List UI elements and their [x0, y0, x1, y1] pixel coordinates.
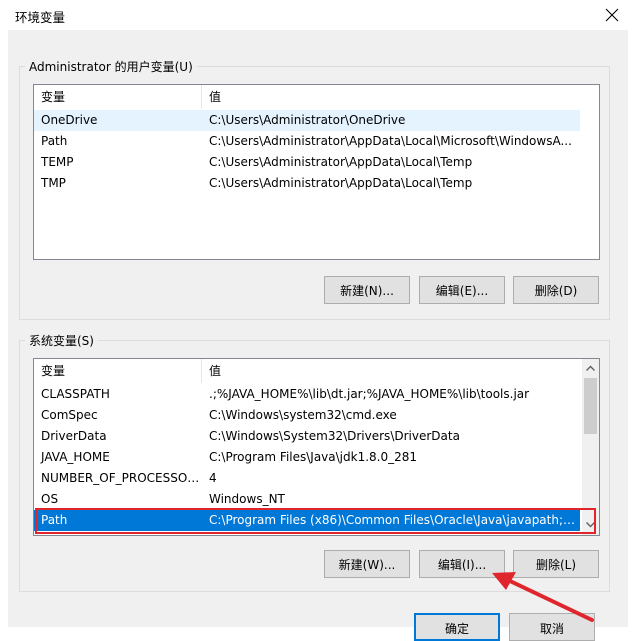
table-row[interactable]: Path C:\Users\Administrator\AppData\Loca… — [34, 131, 580, 152]
scroll-down-button[interactable] — [582, 516, 599, 533]
user-new-button[interactable]: 新建(N)... — [324, 276, 410, 304]
user-edit-button[interactable]: 编辑(E)... — [419, 276, 505, 304]
row-name: TEMP — [41, 155, 74, 169]
column-header-value[interactable]: 值 — [202, 85, 599, 109]
window-title: 环境变量 — [15, 10, 66, 25]
row-value: .;%JAVA_HOME%\lib\dt.jar;%JAVA_HOME%\lib… — [209, 387, 530, 401]
row-name: ComSpec — [41, 408, 98, 422]
column-header-name[interactable]: 变量 — [34, 85, 202, 109]
close-button[interactable] — [592, 0, 632, 30]
table-row[interactable]: TMP C:\Users\Administrator\AppData\Local… — [34, 173, 580, 194]
row-value: C:\Users\Administrator\OneDrive — [209, 113, 406, 127]
scroll-thumb[interactable] — [584, 378, 597, 434]
user-delete-button[interactable]: 删除(D) — [513, 276, 599, 304]
table-row[interactable]: JAVA_HOME C:\Program Files\Java\jdk1.8.0… — [34, 447, 580, 468]
table-row[interactable]: ComSpec C:\Windows\system32\cmd.exe — [34, 405, 580, 426]
row-value: C:\Windows\system32\cmd.exe — [209, 408, 397, 422]
row-name: TMP — [41, 176, 66, 190]
row-value: Windows_NT — [209, 492, 285, 506]
row-value: C:\Program Files\Java\jdk1.8.0_281 — [209, 450, 418, 464]
table-row[interactable]: OneDrive C:\Users\Administrator\OneDrive — [34, 110, 580, 131]
close-icon — [605, 8, 619, 22]
table-row[interactable]: DriverData C:\Windows\System32\Drivers\D… — [34, 426, 580, 447]
row-value: C:\Users\Administrator\AppData\Local\Tem… — [209, 176, 473, 190]
system-vars-list[interactable]: 变量 值 CLASSPATH .;%JAVA_HOME%\lib\dt.jar;… — [33, 358, 600, 536]
row-value: C:\Users\Administrator\AppData\Local\Mic… — [209, 134, 572, 148]
chevron-up-icon — [586, 365, 595, 371]
row-name: Path — [41, 513, 68, 527]
row-value: 4 — [209, 471, 217, 485]
column-header-name[interactable]: 变量 — [34, 359, 202, 383]
vertical-scrollbar[interactable] — [582, 359, 599, 535]
list-header: 变量 值 — [34, 359, 580, 383]
list-header: 变量 值 — [34, 85, 599, 109]
row-value: C:\Users\Administrator\AppData\Local\Tem… — [209, 155, 473, 169]
title-bar: 环境变量 — [0, 0, 632, 30]
row-value: C:\Program Files (x86)\Common Files\Orac… — [209, 513, 580, 527]
user-vars-list[interactable]: 变量 值 OneDrive C:\Users\Administrator\One… — [33, 84, 600, 260]
row-name: JAVA_HOME — [41, 450, 110, 464]
system-new-button[interactable]: 新建(W)... — [324, 550, 410, 578]
arrow-annotation-icon — [492, 572, 594, 622]
table-row[interactable]: OS Windows_NT — [34, 489, 580, 510]
table-row[interactable]: TEMP C:\Users\Administrator\AppData\Loca… — [34, 152, 580, 173]
row-name: OneDrive — [41, 113, 98, 127]
row-name: OS — [41, 492, 59, 506]
table-row[interactable]: CLASSPATH .;%JAVA_HOME%\lib\dt.jar;%JAVA… — [34, 384, 580, 405]
row-name: CLASSPATH — [41, 387, 110, 401]
column-header-value[interactable]: 值 — [202, 359, 580, 383]
chevron-down-icon — [586, 521, 595, 527]
row-name: NUMBER_OF_PROCESSORS — [41, 471, 202, 485]
scroll-up-button[interactable] — [582, 359, 599, 376]
row-name: Path — [41, 134, 68, 148]
row-value: C:\Windows\System32\Drivers\DriverData — [209, 429, 460, 443]
table-row-selected[interactable]: Path C:\Program Files (x86)\Common Files… — [34, 510, 580, 531]
user-vars-label: Administrator 的用户变量(U) — [25, 58, 197, 75]
table-row[interactable]: NUMBER_OF_PROCESSORS 4 — [34, 468, 580, 489]
system-vars-label: 系统变量(S) — [25, 332, 98, 349]
row-name: DriverData — [41, 429, 107, 443]
